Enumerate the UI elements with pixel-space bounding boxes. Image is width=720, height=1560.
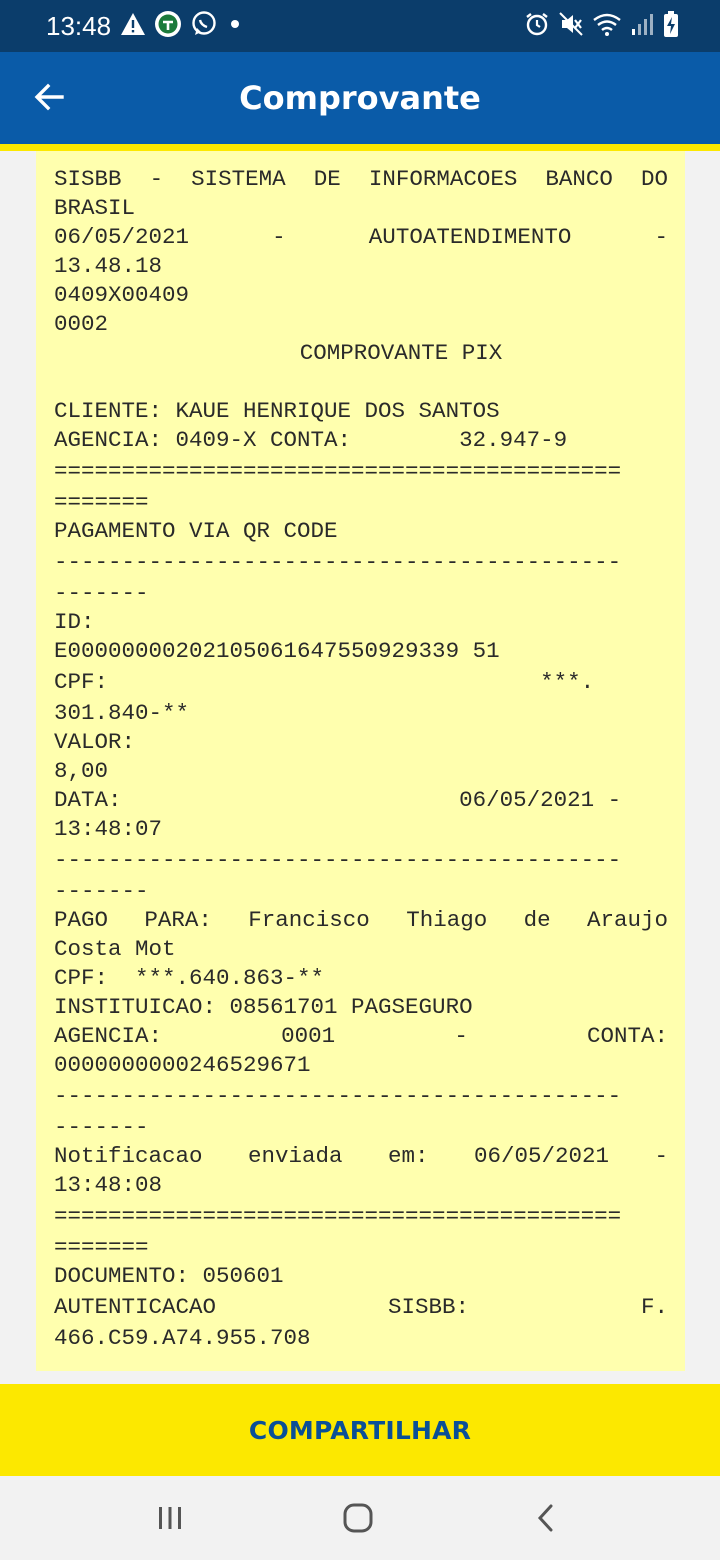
- back-icon: [531, 1503, 561, 1538]
- receipt-line: AUTENTICACAO SISBB: F.: [54, 1294, 668, 1320]
- receipt-line: SISBB - SISTEMA DE INFORMACOES BANCO DO: [54, 166, 668, 192]
- status-bar: 13:48: [0, 0, 720, 52]
- battery-charging-icon: [662, 10, 680, 43]
- receipt-line: DOCUMENTO: 050601: [54, 1263, 284, 1289]
- receipt-line: E00000000202105061647550929339 51: [54, 638, 500, 664]
- receipt-line: DATA: 06/05/2021 -: [54, 787, 622, 813]
- receipt-line: -------: [54, 1114, 149, 1140]
- arrow-left-icon: [33, 81, 65, 118]
- dot-icon: [226, 11, 244, 42]
- receipt-line: =======: [54, 1234, 149, 1260]
- warning-icon: [120, 11, 146, 42]
- alarm-icon: [524, 11, 550, 42]
- system-back-button[interactable]: [522, 1496, 570, 1544]
- receipt-line: [54, 368, 668, 397]
- receipt-line: PAGAMENTO VIA QR CODE: [54, 518, 338, 544]
- receipt-line: 0000000000246529671: [54, 1052, 311, 1078]
- receipt-line: INSTITUICAO: 08561701 PAGSEGURO: [54, 994, 473, 1020]
- receipt-line: ----------------------------------------…: [54, 847, 622, 873]
- receipt-line: CLIENTE: KAUE HENRIQUE DOS SANTOS: [54, 398, 500, 424]
- receipt-line: ID:: [54, 609, 95, 635]
- app-bar-accent-stripe: [0, 144, 720, 151]
- app-bar: Comprovante: [0, 52, 720, 144]
- receipt-line: ========================================…: [54, 1203, 622, 1229]
- receipt-line: 0409X00409: [54, 282, 190, 308]
- receipt-line: Costa Mot: [54, 936, 176, 962]
- receipt-line: PAGO PARA: Francisco Thiago de Araujo: [54, 907, 668, 933]
- status-left-icons: [120, 10, 244, 42]
- home-icon: [342, 1502, 374, 1539]
- receipt-line: 0002: [54, 311, 109, 337]
- receipt-line: CPF: ***.: [54, 669, 595, 695]
- page-title: Comprovante: [239, 79, 481, 117]
- receipt-line: VALOR:: [54, 729, 136, 755]
- receipt-line: ----------------------------------------…: [54, 549, 622, 575]
- receipt-line: AGENCIA: 0001 - CONTA:: [54, 1023, 668, 1049]
- receipt-line: 13:48:08: [54, 1172, 163, 1198]
- receipt-line: ----------------------------------------…: [54, 1083, 622, 1109]
- receipt-line: AGENCIA: 0409-X CONTA: 32.947-9: [54, 427, 568, 453]
- receipt-body: SISBB - SISTEMA DE INFORMACOES BANCO DO …: [54, 165, 668, 1353]
- receipt-line: 301.840-**: [54, 700, 190, 726]
- back-button[interactable]: [22, 72, 76, 126]
- receipt-line: 8,00: [54, 758, 109, 784]
- receipt-line: -------: [54, 580, 149, 606]
- receipt-line: CPF: ***.640.863-**: [54, 965, 325, 991]
- receipt-panel: SISBB - SISTEMA DE INFORMACOES BANCO DO …: [36, 151, 685, 1371]
- status-right-icons: [524, 10, 680, 42]
- share-button-label: COMPARTILHAR: [248, 1415, 472, 1445]
- receipt-line: BRASIL: [54, 195, 136, 221]
- wifi-icon: [592, 11, 622, 42]
- receipt-line: 466.C59.A74.955.708: [54, 1325, 311, 1351]
- home-button[interactable]: [334, 1496, 382, 1544]
- receipt-line: ========================================…: [54, 458, 622, 484]
- system-nav-bar: [0, 1476, 720, 1560]
- receipt-line: Notificacao enviada em: 06/05/2021 -: [54, 1143, 668, 1169]
- share-button[interactable]: COMPARTILHAR: [0, 1384, 720, 1476]
- recent-apps-button[interactable]: [146, 1496, 194, 1544]
- receipt-line: =======: [54, 489, 149, 515]
- whatsapp-icon: [190, 10, 218, 43]
- receipt-line: 13:48:07: [54, 816, 163, 842]
- recent-apps-icon: [155, 1503, 185, 1538]
- receipt-line: 06/05/2021 - AUTOATENDIMENTO -: [54, 224, 668, 250]
- status-time: 13:48: [46, 11, 112, 41]
- receipt-line: COMPROVANTE PIX: [299, 340, 503, 366]
- mute-icon: [558, 11, 584, 42]
- signal-icon: [630, 11, 654, 42]
- receipt-line: 13.48.18: [54, 253, 163, 279]
- app-notification-icon: [154, 10, 182, 43]
- receipt-line: -------: [54, 878, 149, 904]
